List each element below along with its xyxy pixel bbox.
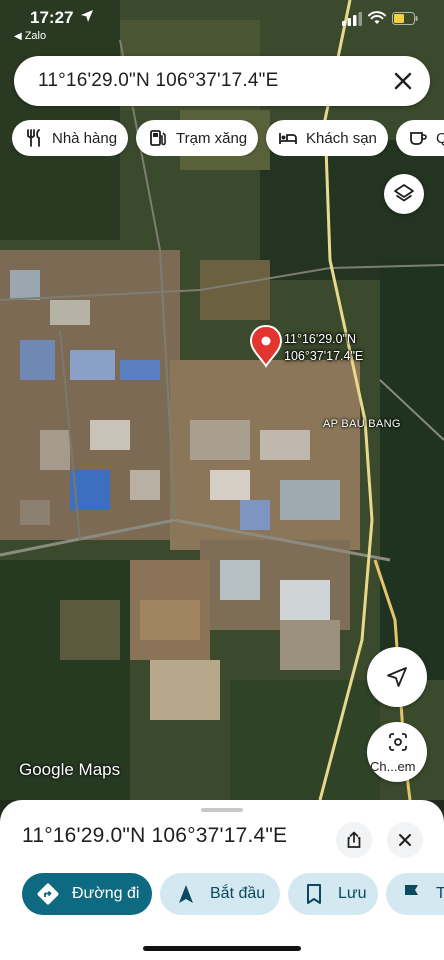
place-title: 11°16'29.0"N 106°37'17.4"E bbox=[22, 824, 288, 847]
gas-station-icon bbox=[150, 130, 166, 146]
chip-restaurants[interactable]: Nhà hàng bbox=[12, 120, 128, 156]
directions-icon bbox=[37, 883, 59, 905]
camera-icon bbox=[389, 733, 407, 751]
search-bar[interactable]: 11°16'29.0"N 106°37'17.4"E bbox=[14, 56, 430, 106]
back-to-app[interactable]: ◀ Zalo bbox=[14, 30, 46, 42]
home-indicator[interactable] bbox=[143, 946, 301, 951]
category-chips: Nhà hàng Trạm xăng Khách sạn Q bbox=[12, 120, 444, 156]
close-icon[interactable] bbox=[390, 68, 416, 94]
chip-label: Khách sạn bbox=[306, 129, 377, 147]
camera-search-button[interactable]: Ch...em bbox=[367, 722, 427, 782]
battery-icon bbox=[392, 12, 418, 25]
camera-button-label: Ch...em bbox=[370, 759, 416, 774]
wifi-icon bbox=[368, 11, 386, 24]
close-icon bbox=[399, 834, 411, 846]
google-maps-logo: Google Maps bbox=[19, 760, 121, 779]
start-button[interactable]: Bắt đầu bbox=[160, 873, 280, 915]
layers-button[interactable] bbox=[384, 174, 424, 214]
chip-label: Trạm xăng bbox=[176, 129, 248, 147]
flag-icon bbox=[405, 885, 418, 903]
action-label: Lưu bbox=[338, 885, 367, 902]
back-app-label: Zalo bbox=[24, 30, 47, 42]
chip-hotels[interactable]: Khách sạn bbox=[266, 120, 388, 156]
coffee-icon bbox=[410, 132, 427, 145]
back-triangle-icon: ◀ bbox=[14, 31, 22, 42]
action-label: T bbox=[436, 885, 444, 902]
pin-lng-label: 106°37'17.4"E bbox=[284, 349, 364, 363]
navigation-arrow-icon bbox=[179, 885, 193, 903]
layers-icon bbox=[394, 184, 414, 202]
action-label: Bắt đầu bbox=[210, 885, 266, 902]
chip-label: Nhà hàng bbox=[52, 129, 118, 147]
pin-lat-label: 11°16'29.0"N bbox=[284, 332, 357, 346]
share-icon bbox=[347, 831, 361, 848]
action-buttons-row: Đường đi Bắt đầu Lưu T bbox=[22, 873, 444, 915]
bookmark-icon bbox=[307, 884, 321, 904]
chip-gas-stations[interactable]: Trạm xăng bbox=[136, 120, 258, 156]
restaurant-icon bbox=[27, 129, 40, 147]
action-label: Đường đi bbox=[72, 885, 140, 902]
location-arrow-icon bbox=[81, 10, 93, 22]
sheet-drag-handle[interactable] bbox=[201, 808, 243, 812]
search-query[interactable]: 11°16'29.0"N 106°37'17.4"E bbox=[38, 70, 278, 92]
place-label: AP BAU BANG bbox=[323, 418, 401, 430]
chip-coffee[interactable]: Q bbox=[396, 120, 444, 156]
status-time: 17:27 bbox=[30, 8, 74, 27]
sheet-close-button[interactable] bbox=[387, 822, 423, 858]
pin-coordinates-label: 11°16'29.0"N 106°37'17.4"E bbox=[284, 331, 363, 365]
status-bar: 17:27 ◀ Zalo bbox=[0, 0, 444, 48]
my-location-button[interactable] bbox=[367, 647, 427, 707]
hotel-icon bbox=[279, 133, 297, 144]
save-button[interactable]: Lưu bbox=[288, 873, 378, 915]
share-button[interactable] bbox=[336, 822, 372, 858]
navigation-arrow-icon bbox=[387, 667, 407, 687]
cellular-signal-icon bbox=[342, 12, 362, 26]
flag-button[interactable]: T bbox=[386, 873, 444, 915]
place-bottom-sheet[interactable]: 11°16'29.0"N 106°37'17.4"E Đường đi Bắt … bbox=[0, 800, 444, 960]
chip-label: Q bbox=[436, 129, 444, 147]
directions-button[interactable]: Đường đi bbox=[22, 873, 152, 915]
